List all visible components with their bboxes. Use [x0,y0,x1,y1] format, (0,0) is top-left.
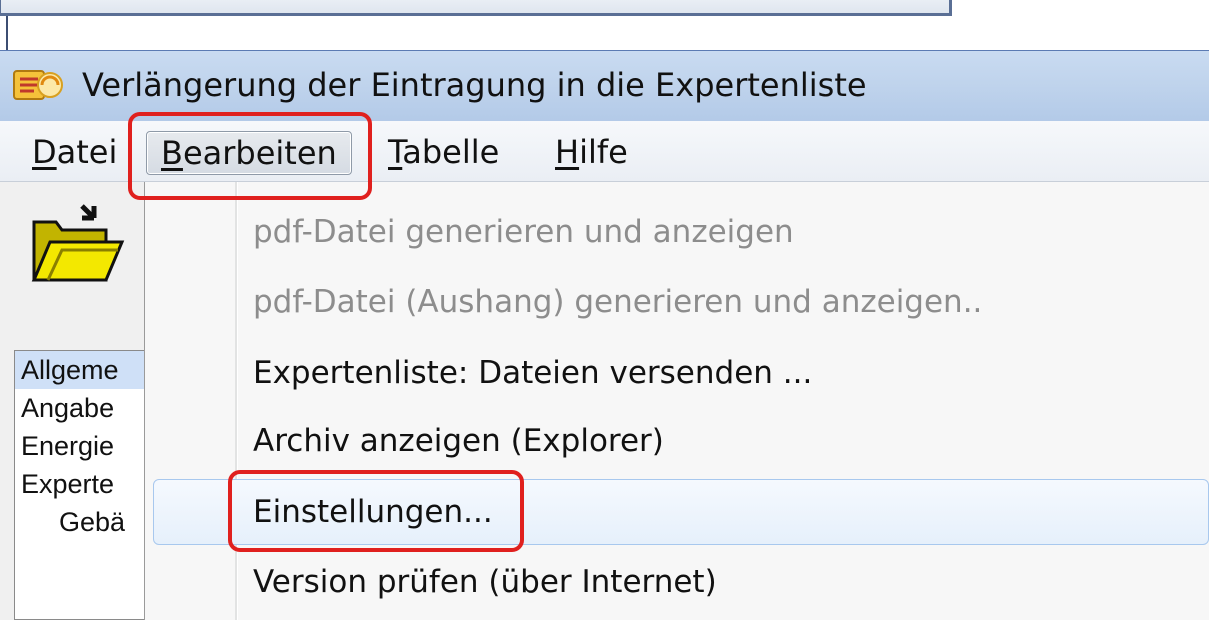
bearbeiten-dropdown-menu: pdf-Datei generieren und anzeigen pdf-Da… [144,182,1209,620]
menu-hilfe[interactable]: Hilfe [555,129,628,175]
menu-item-pdf-generieren[interactable]: pdf-Datei generieren und anzeigen [253,202,794,262]
background-window-edge [0,0,952,16]
sidebar-item-allgemein[interactable]: Allgeme [15,351,147,389]
menu-item-dateien-versenden[interactable]: Expertenliste: Dateien versenden ... [253,343,812,403]
open-folder-icon[interactable] [28,198,128,288]
sidebar-item-energie[interactable]: Energie [15,427,147,465]
menu-tabelle[interactable]: Tabelle [388,129,499,175]
menu-datei-mnemonic: D [32,133,57,171]
menu-bearbeiten-mnemonic: B [161,134,183,172]
menu-item-archiv-anzeigen[interactable]: Archiv anzeigen (Explorer) [253,411,664,471]
sidebar-item-gebaeude[interactable]: Gebä [15,503,147,541]
window-title: Verlängerung der Eintragung in die Exper… [82,66,867,104]
section-list: Allgeme Angabe Energie Experte Gebä [14,350,148,620]
menu-datei[interactable]: Datei [32,129,117,175]
menu-tabelle-mnemonic: T [388,133,403,171]
menu-icon-gutter [235,182,238,620]
sidebar-item-experte[interactable]: Experte [15,465,147,503]
menu-hilfe-rest: ilfe [579,133,628,171]
menu-item-einstellungen[interactable]: Einstellungen... [253,482,493,542]
sidebar-item-angaben[interactable]: Angabe [15,389,147,427]
menu-tabelle-rest: abelle [402,133,500,171]
menu-bearbeiten-rest: earbeiten [182,134,337,172]
app-icon [13,70,63,100]
menu-item-pdf-aushang[interactable]: pdf-Datei (Aushang) generieren und anzei… [253,272,982,332]
title-bar[interactable]: Verlängerung der Eintragung in die Exper… [0,51,1209,121]
menu-bearbeiten[interactable]: Bearbeiten [146,131,352,175]
menu-hilfe-mnemonic: H [555,133,580,171]
menu-bar: Datei Bearbeiten Tabelle Hilfe [0,121,1209,182]
menu-datei-rest: atei [56,133,118,171]
menu-item-version-pruefen[interactable]: Version prüfen (über Internet) [253,552,717,612]
